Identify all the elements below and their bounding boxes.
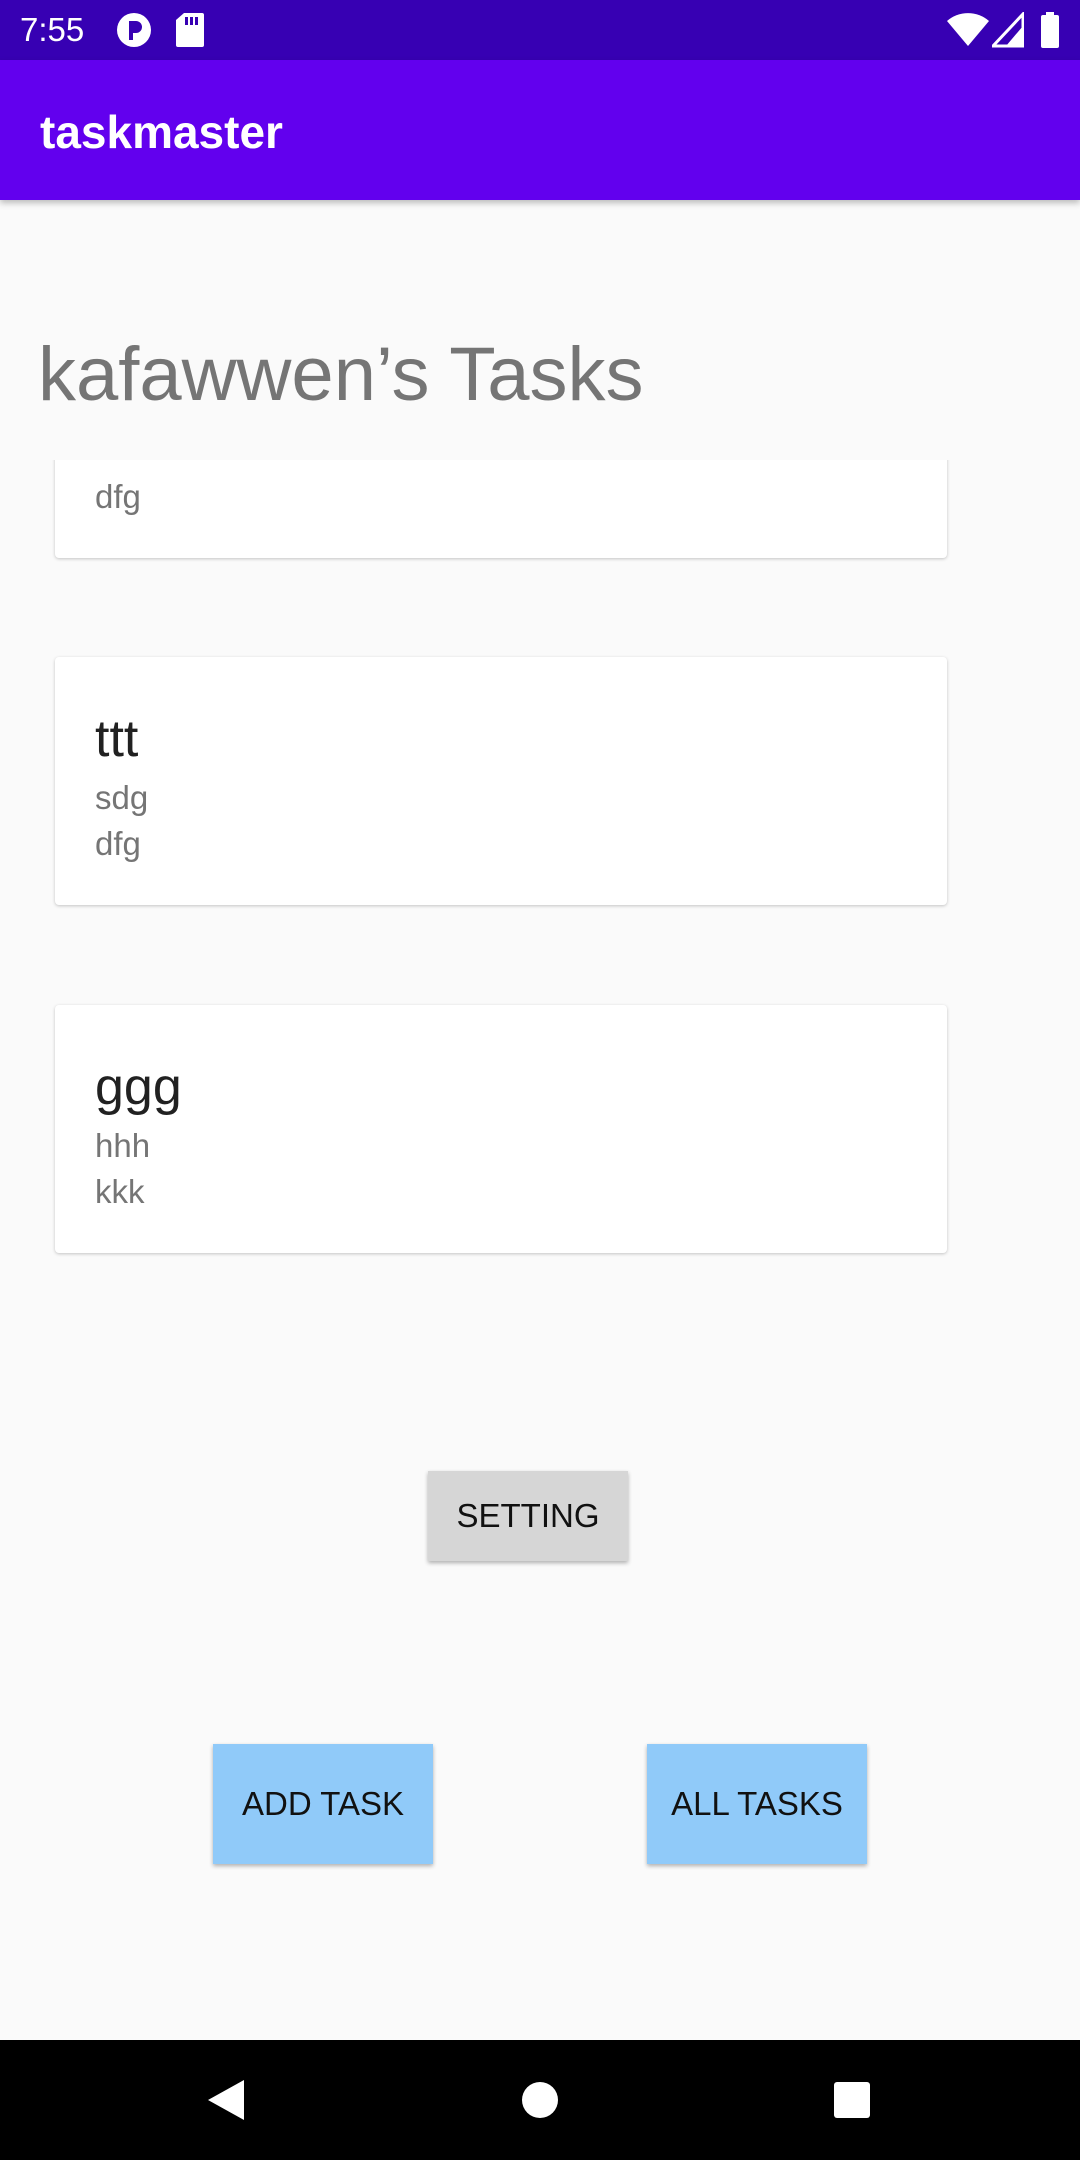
recents-button[interactable]: [772, 2040, 932, 2160]
page-title: kafawwen’s Tasks: [38, 332, 644, 417]
home-button[interactable]: [460, 2040, 620, 2160]
wifi-icon: [946, 12, 990, 48]
cell-signal-icon: [992, 12, 1024, 48]
task-card[interactable]: dfg: [55, 460, 947, 558]
task-state: kkk: [95, 1173, 145, 1210]
app-title: taskmaster: [40, 106, 283, 158]
task-title: ttt: [95, 710, 139, 768]
status-bar: 7:55: [0, 0, 1080, 60]
back-icon: [208, 2080, 244, 2120]
sd-card-icon: [176, 12, 204, 48]
task-state: dfg: [95, 825, 141, 862]
task-body: hhh: [95, 1127, 151, 1164]
status-time: 7:55: [20, 11, 85, 48]
back-button[interactable]: [146, 2040, 306, 2160]
task-card[interactable]: ggg hhh kkk: [55, 1005, 947, 1253]
app-bar: taskmaster: [0, 60, 1080, 200]
task-title: ggg: [95, 1058, 182, 1116]
task-state: dfg: [95, 478, 141, 515]
setting-button[interactable]: SETTING: [428, 1471, 628, 1561]
battery-icon: [1040, 12, 1060, 48]
home-icon: [522, 2082, 558, 2118]
pocket-icon: [116, 12, 152, 48]
task-card[interactable]: ttt sdg dfg: [55, 657, 947, 905]
add-task-button[interactable]: ADD TASK: [213, 1744, 433, 1864]
all-tasks-button[interactable]: ALL TASKS: [647, 1744, 867, 1864]
task-body: sdg: [95, 779, 149, 816]
recents-icon: [834, 2082, 870, 2118]
navigation-bar: [0, 2040, 1080, 2160]
task-list[interactable]: dfg ttt sdg dfg ggg hhh kkk: [0, 460, 1080, 1280]
